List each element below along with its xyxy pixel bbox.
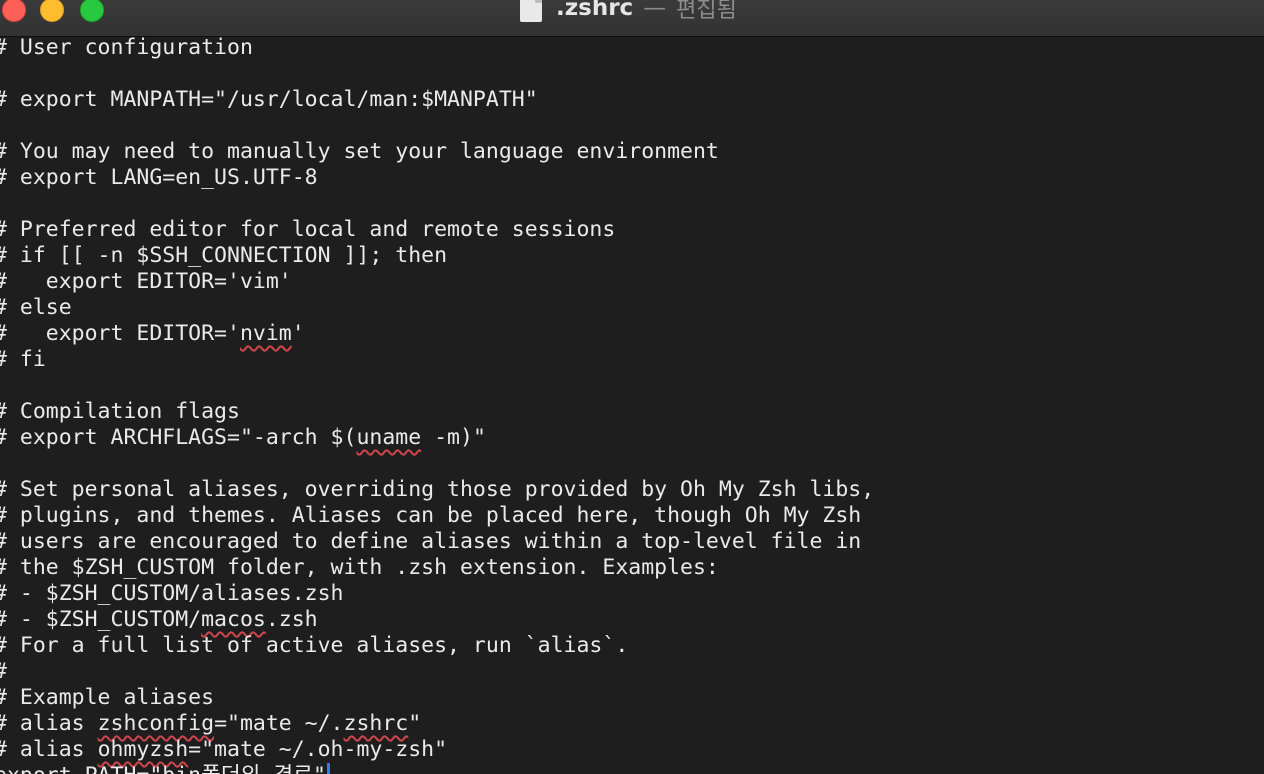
document-filename[interactable]: .zshrc — [556, 0, 633, 21]
code-line[interactable]: # else — [0, 295, 72, 321]
code-line[interactable]: # Set personal aliases, overriding those… — [0, 477, 874, 503]
code-line[interactable]: # export ARCHFLAGS="-arch $(uname -m)" — [0, 425, 486, 451]
code-line[interactable]: # the $ZSH_CUSTOM folder, with .zsh exte… — [0, 555, 719, 581]
spelling-error[interactable]: uname — [356, 425, 421, 450]
document-icon[interactable] — [520, 0, 542, 22]
code-line[interactable]: # fi — [0, 347, 46, 373]
title-bar[interactable]: .zshrc — 편집됨 — [0, 0, 1264, 37]
code-line[interactable]: # alias zshconfig="mate ~/.zshrc" — [0, 711, 421, 737]
minimize-button[interactable] — [40, 0, 64, 22]
code-line[interactable]: # alias ohmyzsh="mate ~/.oh-my-zsh" — [0, 737, 447, 763]
text-cursor — [326, 763, 330, 774]
code-line[interactable]: # For a full list of active aliases, run… — [0, 633, 628, 659]
code-line[interactable]: # if [[ -n $SSH_CONNECTION ]]; then — [0, 243, 447, 269]
zoom-button[interactable] — [80, 0, 104, 22]
spelling-error[interactable]: nvim — [240, 321, 292, 346]
code-line[interactable]: # plugins, and themes. Aliases can be pl… — [0, 503, 861, 529]
code-line[interactable]: # - $ZSH_CUSTOM/aliases.zsh — [0, 581, 344, 607]
code-line[interactable]: # — [0, 659, 7, 685]
code-line[interactable]: # export EDITOR='vim' — [0, 269, 292, 295]
code-line[interactable]: # - $ZSH_CUSTOM/macos.zsh — [0, 607, 318, 633]
text-editing-area[interactable]: # User configuration # export MANPATH="/u… — [0, 36, 1264, 774]
code-line[interactable]: # export LANG=en_US.UTF-8 — [0, 165, 318, 191]
code-line[interactable]: export PATH="bin폴더의 경로" — [0, 763, 330, 774]
code-line[interactable]: # You may need to manually set your lang… — [0, 139, 719, 165]
spelling-error[interactable]: macos — [201, 607, 266, 632]
edited-status: 편집됨 — [676, 0, 737, 23]
code-line[interactable]: # User configuration — [0, 36, 253, 61]
spelling-error[interactable]: zshconfig — [98, 711, 215, 736]
code-line[interactable]: # export MANPATH="/usr/local/man:$MANPAT… — [0, 87, 538, 113]
spelling-error[interactable]: ohmyzsh — [98, 737, 189, 762]
window-title: .zshrc — 편집됨 — [520, 0, 737, 23]
code-line[interactable]: # users are encouraged to define aliases… — [0, 529, 861, 555]
code-line[interactable]: # Preferred editor for local and remote … — [0, 217, 615, 243]
code-line[interactable]: # Compilation flags — [0, 399, 240, 425]
text-editor-window: .zshrc — 편집됨 # User configuration # expor… — [0, 0, 1264, 774]
title-separator: — — [643, 0, 667, 21]
code-line[interactable]: # export EDITOR='nvim' — [0, 321, 305, 347]
close-button[interactable] — [2, 0, 26, 22]
spelling-error[interactable]: zshrc — [344, 711, 409, 736]
code-line[interactable]: # Example aliases — [0, 685, 214, 711]
